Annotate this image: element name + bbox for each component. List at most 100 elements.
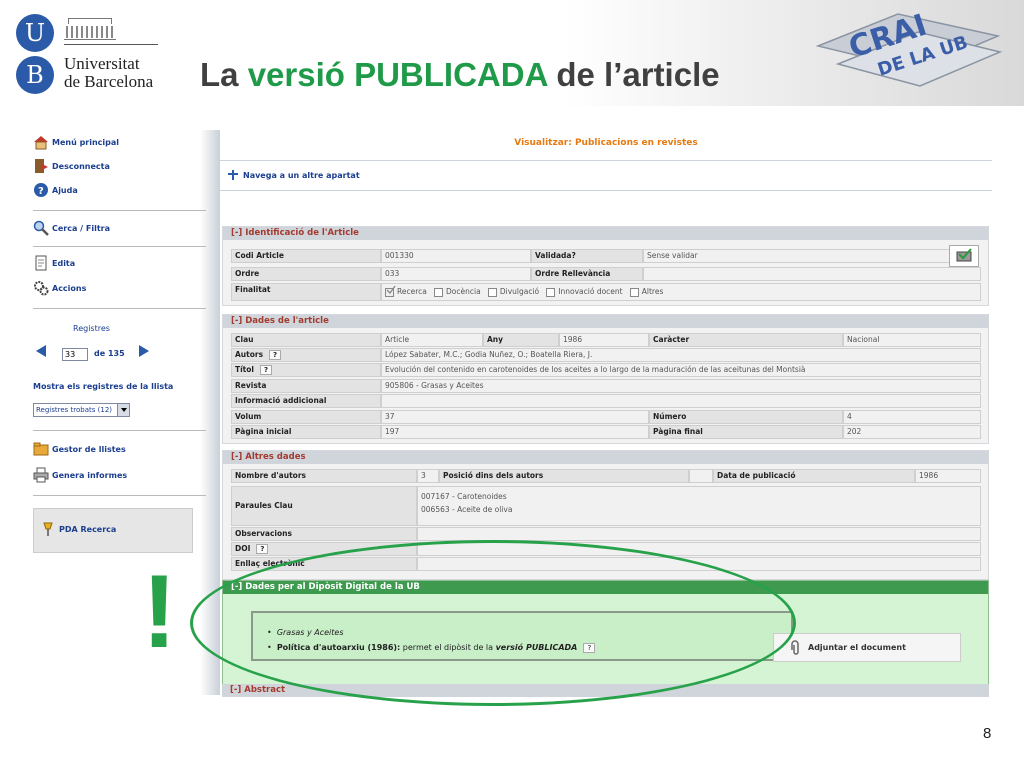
navigate-label: Navega a un altre apartat xyxy=(243,170,360,180)
grid-row: Informació addicional xyxy=(231,394,981,408)
divider xyxy=(220,190,992,191)
pda-recerca-box[interactable]: PDA Recerca xyxy=(33,508,193,553)
grid-row: Codi Article 001330 Validada? Sense vali… xyxy=(231,249,953,263)
titol-label: Títol? xyxy=(231,363,381,377)
pagina-inicial-label: Pàgina inicial xyxy=(231,425,381,439)
help-button[interactable]: ? xyxy=(260,365,272,375)
crai-logo: CRAI DE LA UB xyxy=(815,8,1003,87)
grid-row: Observacions xyxy=(231,527,981,541)
previous-record-icon[interactable] xyxy=(36,345,46,357)
codi-label: Codi Article xyxy=(231,249,381,263)
posicio-label: Posició dins dels autors xyxy=(439,469,689,483)
codi-value: 001330 xyxy=(381,249,531,263)
divider xyxy=(220,160,992,161)
help-icon: ? xyxy=(33,182,49,198)
finalitat-label: Finalitat xyxy=(231,283,381,301)
highlight-oval xyxy=(190,540,796,706)
keyword: 006563 - Aceite de oliva xyxy=(421,505,513,514)
sidebar-item-edita[interactable]: Edita xyxy=(33,255,75,271)
sidebar-divider xyxy=(33,246,206,247)
record-list-select[interactable]: Registres trobats (12) xyxy=(33,403,130,417)
nombre-autors-value: 3 xyxy=(417,469,439,483)
observacions-label: Observacions xyxy=(231,527,417,541)
sidebar-item-pda[interactable]: PDA Recerca xyxy=(40,521,116,537)
registres-label: Registres xyxy=(73,324,110,333)
checkbox-innovacio[interactable]: Innovació docent xyxy=(546,287,623,297)
record-number-input[interactable]: 33 xyxy=(62,348,88,361)
revista-value: 905806 - Grasas y Aceites xyxy=(381,379,981,393)
section-dades-article: [-] Dades de l'article Clau Article Any … xyxy=(222,314,989,444)
home-icon xyxy=(33,134,49,150)
checkmark-icon xyxy=(386,285,396,295)
sidebar-item-accions[interactable]: Accions xyxy=(33,280,86,296)
sidebar-item-cerca[interactable]: Cerca / Filtra xyxy=(33,220,110,236)
section-identificacio: [-] Identificació de l'Article Codi Arti… xyxy=(222,226,989,306)
checkbox-altres[interactable]: Altres xyxy=(629,287,663,297)
grid-row: Volum 37 Número 4 xyxy=(231,410,981,424)
posicio-value xyxy=(689,469,713,483)
numero-label: Número xyxy=(649,410,843,424)
paperclip-icon xyxy=(788,639,802,656)
sidebar-item-desconnecta[interactable]: Desconnecta xyxy=(33,158,110,174)
autors-label: Autors? xyxy=(231,348,381,362)
grid-row: Revista 905806 - Grasas y Aceites xyxy=(231,379,981,393)
checkbox-label: Docència xyxy=(446,287,481,296)
slide-header: U B Universitat de Barcelona La versió P… xyxy=(0,0,1024,106)
data-publicacio-value: 1986 xyxy=(915,469,981,483)
sidebar-item-ajuda[interactable]: ? Ajuda xyxy=(33,182,78,198)
pagina-final-label: Pàgina final xyxy=(649,425,843,439)
section-header[interactable]: [-] Identificació de l'Article xyxy=(223,227,988,240)
chevron-down-icon[interactable] xyxy=(117,404,129,416)
sidebar-item-informes[interactable]: Genera informes xyxy=(33,467,127,483)
rellevancia-label: Ordre Rellevància xyxy=(531,267,643,281)
next-record-icon[interactable] xyxy=(139,345,149,357)
grid-row: Autors? López Sabater, M.C.; Godia Nuñez… xyxy=(231,348,981,362)
pin-icon xyxy=(40,521,56,537)
attach-document-button[interactable]: Adjuntar el document xyxy=(773,633,961,662)
any-label: Any xyxy=(483,333,559,347)
caracter-value: Nacional xyxy=(843,333,981,347)
folder-icon xyxy=(33,441,49,457)
section-header[interactable]: [-] Dades de l'article xyxy=(223,315,988,328)
attach-label: Adjuntar el document xyxy=(808,643,906,652)
page-number: 8 xyxy=(983,725,992,742)
checkbox[interactable] xyxy=(487,287,497,297)
university-name-line1: Universitat xyxy=(64,54,140,73)
checkbox-divulgacio[interactable]: Divulgació xyxy=(487,287,539,297)
title-part1: La xyxy=(200,56,248,93)
sidebar-divider xyxy=(33,308,206,309)
rellevancia-value xyxy=(643,267,981,281)
edit-document-icon xyxy=(33,255,49,271)
checkbox-label: Recerca xyxy=(397,287,427,296)
sidebar-item-menu-principal[interactable]: Menú principal xyxy=(33,134,119,150)
checkbox[interactable] xyxy=(629,287,639,297)
sidebar-label: PDA Recerca xyxy=(59,524,117,534)
grid-row: Paraules Clau 007167 - Carotenoides 0065… xyxy=(231,486,981,526)
checkbox-label: Innovació docent xyxy=(558,287,623,296)
sidebar-item-gestor[interactable]: Gestor de llistes xyxy=(33,441,126,457)
pagina-final-value: 202 xyxy=(843,425,981,439)
validada-label: Validada? xyxy=(531,249,643,263)
sidebar-label: Edita xyxy=(52,258,76,268)
titol-label-text: Títol xyxy=(235,365,254,374)
navigate-link[interactable]: Navega a un altre apartat xyxy=(228,170,360,180)
revista-label: Revista xyxy=(231,379,381,393)
checkbox-docencia[interactable]: Docència xyxy=(434,287,481,297)
section-header[interactable]: [-] Altres dades xyxy=(223,451,988,464)
checkbox[interactable] xyxy=(546,287,556,297)
autors-label-text: Autors xyxy=(235,350,264,359)
help-button[interactable]: ? xyxy=(256,544,269,554)
ub-logo-b: B xyxy=(16,56,54,94)
volum-value: 37 xyxy=(381,410,649,424)
grid-row: Pàgina inicial 197 Pàgina final 202 xyxy=(231,425,981,439)
doi-label-text: DOI xyxy=(235,544,251,553)
help-button[interactable]: ? xyxy=(269,350,282,360)
grid-row: Ordre 033 Ordre Rellevància xyxy=(231,267,981,281)
sidebar-label: Accions xyxy=(52,283,87,293)
pagina-inicial-value: 197 xyxy=(381,425,649,439)
validate-button[interactable] xyxy=(949,245,979,267)
sidebar-label: Gestor de llistes xyxy=(52,444,126,454)
grid-row: Finalitat Recerca Docència Divulgació In… xyxy=(231,283,981,301)
sidebar-label: Menú principal xyxy=(52,137,120,147)
checkbox[interactable] xyxy=(434,287,444,297)
